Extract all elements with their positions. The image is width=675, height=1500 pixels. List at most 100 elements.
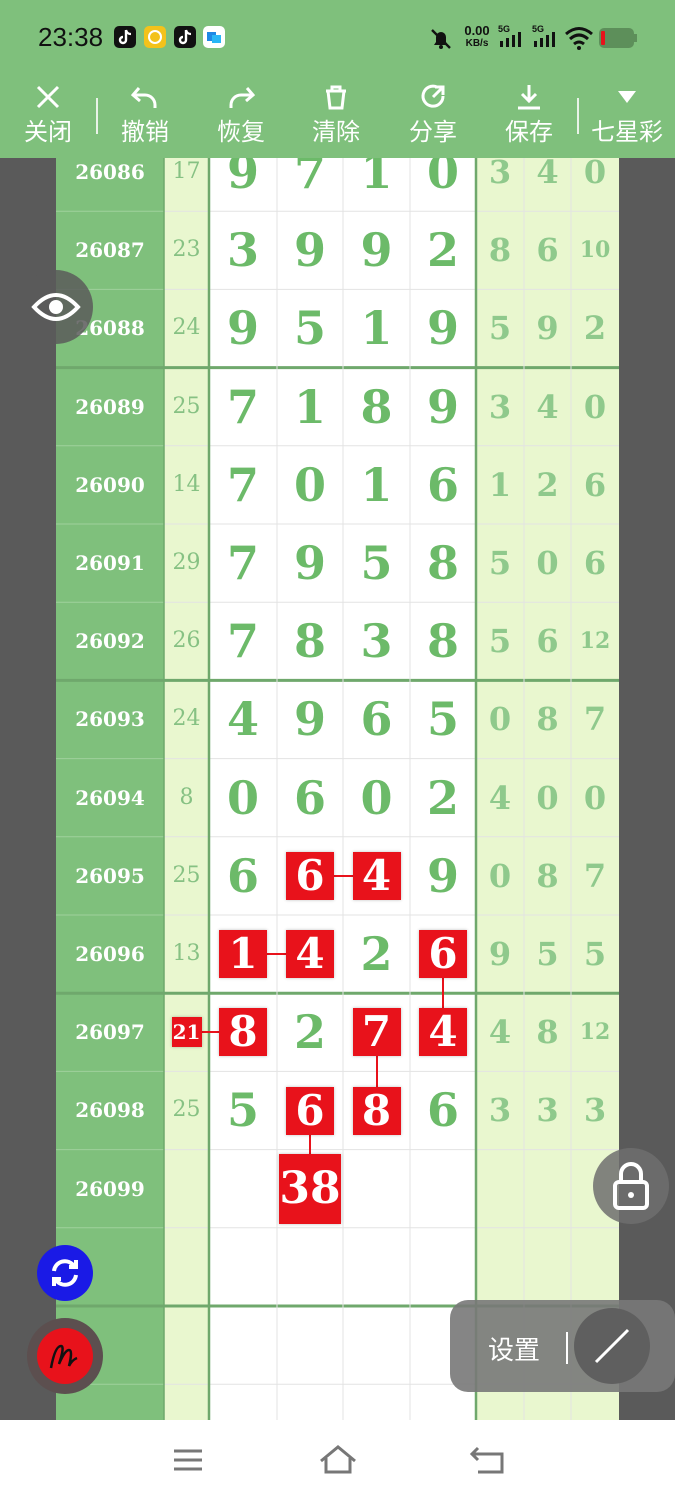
extra-value: 8 [488,231,512,270]
draw-digit: 0 [226,770,259,825]
settings-divider [566,1332,568,1364]
trash-icon [296,82,376,116]
redo-button[interactable]: 恢复 [201,76,281,158]
undo-button[interactable]: 撤销 [105,76,185,158]
draw-digit: 6 [226,848,259,903]
redo-icon [201,82,281,116]
battery-low-icon [598,26,638,50]
clear-button[interactable]: 清除 [296,76,376,158]
yellow-app-icon [144,26,166,48]
settings-button[interactable]: 设置 [488,1330,540,1367]
clear-label: 清除 [312,119,360,146]
draw-digit: 4 [226,692,259,747]
highlighted-digit: 4 [352,851,401,900]
draw-digit: 1 [360,158,393,199]
highlighted-digit: 6 [419,930,467,979]
toolbar-divider [577,98,579,134]
issue-number: 26091 [75,551,145,575]
blue-app-icon [203,26,225,48]
home-icon [320,1445,356,1474]
lock-button[interactable] [593,1148,669,1224]
tiktok-icon [174,26,196,48]
pen-icon [37,1328,93,1384]
issue-number: 26089 [75,394,145,419]
draw-digit: 9 [360,223,393,278]
extra-value: 0 [583,158,607,191]
highlighted-digit: 4 [419,1008,467,1057]
issue-number: 26095 [75,863,145,888]
sum-value: 13 [172,941,201,966]
extra-value: 6 [583,544,607,582]
extra-value: 4 [536,158,559,191]
extra-value: 8 [536,700,559,739]
extra-value: 7 [583,856,607,895]
draw-digit: 1 [360,301,393,356]
mute-bell-icon [428,26,454,52]
draw-digit: 1 [360,457,393,512]
undo-label: 撤销 [121,119,169,146]
redo-label: 恢复 [217,119,265,146]
line-tool-button[interactable] [574,1308,650,1384]
highlighted-digit: 8 [219,1008,267,1057]
undo-icon [105,82,185,116]
home-nav-button[interactable] [316,1442,360,1478]
triangle-down-icon [584,82,670,116]
lottery-label: 七星彩 [591,119,663,146]
back-nav-button[interactable] [466,1442,510,1478]
draw-digit: 2 [426,770,459,825]
draw-digit: 9 [426,301,459,356]
draw-digit: 9 [293,692,326,747]
sum-value: 25 [172,393,201,419]
issue-number: 26096 [75,942,145,966]
menu-icon [174,1449,202,1471]
extra-value: 9 [536,309,559,348]
line-tool-icon [594,1328,630,1364]
close-button[interactable]: 关闭 [8,76,88,158]
extra-value: 6 [536,622,559,661]
highlighted-digit: 38 [279,1153,341,1224]
menu-nav-button[interactable] [168,1444,208,1476]
sum-value: 25 [172,1097,201,1123]
share-button[interactable]: 分享 [393,76,473,158]
extra-value: 0 [488,700,512,739]
sum-value: 8 [179,784,194,810]
pen-button[interactable] [27,1318,103,1394]
sum-value: 26 [172,628,201,654]
lottery-select[interactable]: 七星彩 [584,76,670,158]
nav-bar [0,1420,675,1500]
draw-digit: 0 [360,770,393,825]
draw-digit: 6 [360,692,393,747]
extra-value: 12 [579,628,611,655]
highlighted-digit: 6 [286,1086,334,1135]
sum-value: 24 [172,315,201,341]
draw-digit: 5 [226,1083,259,1138]
save-button[interactable]: 保存 [489,76,569,158]
lock-icon [613,1162,649,1210]
draw-digit: 8 [360,379,393,434]
draw-digit: 3 [226,223,259,278]
draw-digit: 9 [426,379,459,434]
refresh-button[interactable] [37,1245,93,1301]
extra-value: 0 [583,387,607,426]
wifi-icon [564,25,594,51]
draw-digit: 2 [360,927,393,981]
issue-number: 26090 [75,472,145,497]
draw-digit: 8 [293,614,326,669]
draw-digit: 1 [293,379,326,434]
refresh-icon [52,1259,78,1287]
lottery-sheet[interactable]: 26086 17 9 7 1 0 3 4 0 26087 23 3 9 9 2 8 6 10 26088 24 9 5 1 9… [56,158,619,1420]
extra-value: 0 [488,856,512,895]
issue-number: 26097 [75,1020,145,1045]
extra-value: 3 [488,387,512,426]
sum-value: 25 [172,862,201,888]
draw-digit: 9 [293,536,326,590]
signal-icon: 5G [498,24,526,50]
toolbar-divider [96,98,98,134]
settings-panel: 设置 [450,1300,675,1392]
share-label: 分享 [409,119,457,146]
extra-value: 3 [488,1091,512,1130]
draw-digit: 0 [426,158,459,199]
issue-number: 26093 [75,707,145,732]
draw-digit: 5 [293,301,326,356]
eye-button[interactable] [19,270,93,344]
